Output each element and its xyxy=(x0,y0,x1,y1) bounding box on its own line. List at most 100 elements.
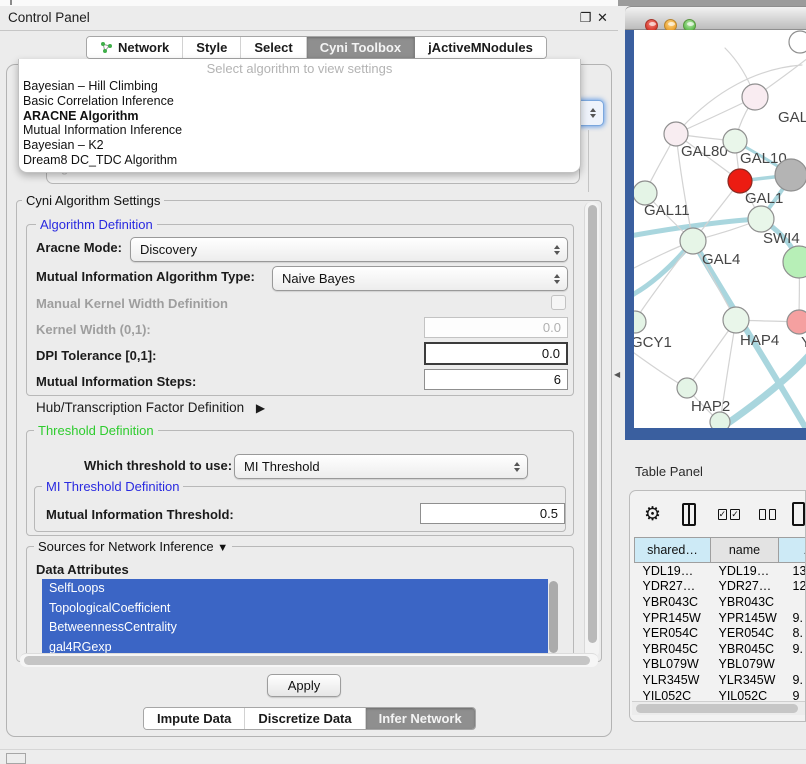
attribute-item-betweennesscentrality[interactable]: BetweennessCentrality xyxy=(42,618,548,638)
table-cell[interactable]: YBL079W xyxy=(635,657,711,673)
table-row[interactable]: YBR043CYBR043C xyxy=(635,594,806,610)
sources-group-title[interactable]: Sources for Network Inference ▼ xyxy=(34,539,232,554)
table-cell[interactable]: YLR345W xyxy=(711,672,779,688)
table-cell[interactable] xyxy=(779,657,806,673)
node-table[interactable]: shared…nameA YDL19…YDL19…13YDR27…YDR27…1… xyxy=(634,537,806,703)
mi-type-value: Naive Bayes xyxy=(273,271,549,286)
table-cell[interactable] xyxy=(779,594,806,610)
manual-kernel-checkbox[interactable] xyxy=(551,295,566,310)
table-cell[interactable]: YBR045C xyxy=(635,641,711,657)
table-cell[interactable]: YLR345W xyxy=(635,672,711,688)
table-cell[interactable]: 9. xyxy=(779,672,806,688)
algorithm-option-dream8-dc-tdc-algorithm[interactable]: Dream8 DC_TDC Algorithm xyxy=(19,153,580,168)
table-cell[interactable]: YER054C xyxy=(635,625,711,641)
data-attributes-label: Data Attributes xyxy=(36,562,129,577)
node-salmon[interactable] xyxy=(787,310,806,334)
split-view-icon[interactable] xyxy=(682,503,696,526)
mi-type-combo[interactable]: Naive Bayes xyxy=(272,266,568,291)
table-hscrollbar[interactable] xyxy=(632,701,806,715)
data-attributes-list[interactable]: SelfLoopsTopologicalCoefficientBetweenne… xyxy=(42,579,548,657)
table-cell[interactable]: YDR27… xyxy=(711,579,779,595)
mi-type-label: Mutual Information Algorithm Type: xyxy=(36,269,255,284)
table-cell[interactable]: YBR045C xyxy=(711,641,779,657)
checked-box-icon[interactable]: ✓ xyxy=(730,509,740,520)
attributes-scrollbar-thumb[interactable] xyxy=(549,581,558,653)
network-window-titlebar[interactable] xyxy=(625,6,806,30)
aracne-mode-combo[interactable]: Discovery xyxy=(130,237,568,262)
checked-box-icon[interactable]: ✓ xyxy=(718,509,728,520)
table-row[interactable]: YPR145WYPR145W9. xyxy=(635,610,806,626)
table-row[interactable]: YER054CYER054C8. xyxy=(635,625,806,641)
table-cell[interactable]: YBR043C xyxy=(711,594,779,610)
mi-steps-field[interactable]: 6 xyxy=(424,369,568,390)
table-row[interactable]: YLR345WYLR345W9. xyxy=(635,672,806,688)
column-header-shared-[interactable]: shared… xyxy=(635,538,711,563)
apply-button[interactable]: Apply xyxy=(267,674,341,697)
table-cell[interactable]: YDR27… xyxy=(635,579,711,595)
table-cell[interactable]: 9. xyxy=(779,610,806,626)
algorithm-option-bayesian-k2[interactable]: Bayesian – K2 xyxy=(19,138,580,153)
table-cell[interactable]: YDL19… xyxy=(711,563,779,579)
tab-network[interactable]: Network xyxy=(87,37,183,58)
tab-impute-data[interactable]: Impute Data xyxy=(144,708,245,729)
tab-jactivemnodules[interactable]: jActiveMNodules xyxy=(415,37,546,58)
settings-hscrollbar-thumb[interactable] xyxy=(24,656,590,665)
close-panel-icon[interactable]: ✕ xyxy=(596,11,609,24)
network-canvas[interactable]: GALGAL80GAL10GAL1GAL11SWI4GAL4GCY1HAP4YH… xyxy=(634,30,806,428)
table-cell[interactable]: 9. xyxy=(779,641,806,657)
table-row[interactable]: YBL079WYBL079W xyxy=(635,657,806,673)
kernel-width-field[interactable]: 0.0 xyxy=(424,317,568,338)
combo-stepper-icon xyxy=(585,108,603,118)
table-cell[interactable]: 12 xyxy=(779,579,806,595)
bottom-left-widget[interactable] xyxy=(6,753,26,764)
settings-hscrollbar[interactable] xyxy=(20,653,598,667)
splitter-collapse-icon[interactable]: ◀ xyxy=(614,370,620,379)
table-row[interactable]: YDL19…YDL19…13 xyxy=(635,563,806,579)
node-bright-green[interactable] xyxy=(783,246,806,278)
tab-select[interactable]: Select xyxy=(241,37,306,58)
attribute-item-selfloops[interactable]: SelfLoops xyxy=(42,579,548,599)
table-cell[interactable]: YER054C xyxy=(711,625,779,641)
node-bottom-green[interactable] xyxy=(710,412,730,428)
table-row[interactable]: YDR27…YDR27…12 xyxy=(635,579,806,595)
unchecked-box-icon[interactable] xyxy=(769,509,776,520)
mi-threshold-field[interactable]: 0.5 xyxy=(420,503,565,524)
settings-vscrollbar-thumb[interactable] xyxy=(588,205,597,643)
table-cell[interactable]: YPR145W xyxy=(711,610,779,626)
which-threshold-combo[interactable]: MI Threshold xyxy=(234,454,528,479)
table-cell[interactable]: 13 xyxy=(779,563,806,579)
node-swi4[interactable] xyxy=(748,206,774,232)
tab-infer-network[interactable]: Infer Network xyxy=(366,708,475,729)
algorithm-option-bayesian-hill-climbing[interactable]: Bayesian – Hill Climbing xyxy=(19,79,580,94)
column-header-a[interactable]: A xyxy=(779,538,806,563)
table-cell[interactable]: YDL19… xyxy=(635,563,711,579)
table-cell[interactable]: YBR043C xyxy=(635,594,711,610)
column-header-name[interactable]: name xyxy=(711,538,779,563)
tab-discretize-data[interactable]: Discretize Data xyxy=(245,708,365,729)
settings-vscrollbar[interactable] xyxy=(584,202,599,658)
table-hscrollbar-thumb[interactable] xyxy=(636,704,798,713)
node-unlabeled-top[interactable] xyxy=(789,31,806,53)
table-cell[interactable]: 8. xyxy=(779,625,806,641)
table-cell[interactable]: YPR145W xyxy=(635,610,711,626)
algorithm-option-mutual-information-inference[interactable]: Mutual Information Inference xyxy=(19,123,580,138)
table-cell[interactable]: YBL079W xyxy=(711,657,779,673)
unchecked-box-icon[interactable] xyxy=(759,509,766,520)
hub-definition-toggle[interactable]: Hub/Transcription Factor Definition ▶ xyxy=(36,400,265,415)
float-panel-icon[interactable]: ❐ xyxy=(579,11,592,24)
tab-cyni-toolbox[interactable]: Cyni Toolbox xyxy=(307,37,415,58)
algorithm-option-aracne-algorithm[interactable]: ARACNE Algorithm xyxy=(19,109,580,124)
node-hap4[interactable] xyxy=(723,307,749,333)
tab-style[interactable]: Style xyxy=(183,37,241,58)
node-gray[interactable] xyxy=(775,159,806,191)
document-icon[interactable] xyxy=(792,502,805,526)
attribute-item-topologicalcoefficient[interactable]: TopologicalCoefficient xyxy=(42,599,548,619)
node-hap2[interactable] xyxy=(677,378,697,398)
gear-icon[interactable]: ⚙ xyxy=(644,503,661,526)
algorithm-option-basic-correlation-inference[interactable]: Basic Correlation Inference xyxy=(19,94,580,109)
table-panel: ⚙ ✓ ✓ shared…nameA YDL19…YDL19…13YDR27…Y… xyxy=(629,490,806,722)
node-gcy1[interactable] xyxy=(634,311,646,333)
node-gal-clipped[interactable] xyxy=(742,84,768,110)
table-row[interactable]: YBR045CYBR045C9. xyxy=(635,641,806,657)
dpi-tolerance-field[interactable]: 0.0 xyxy=(424,342,568,365)
